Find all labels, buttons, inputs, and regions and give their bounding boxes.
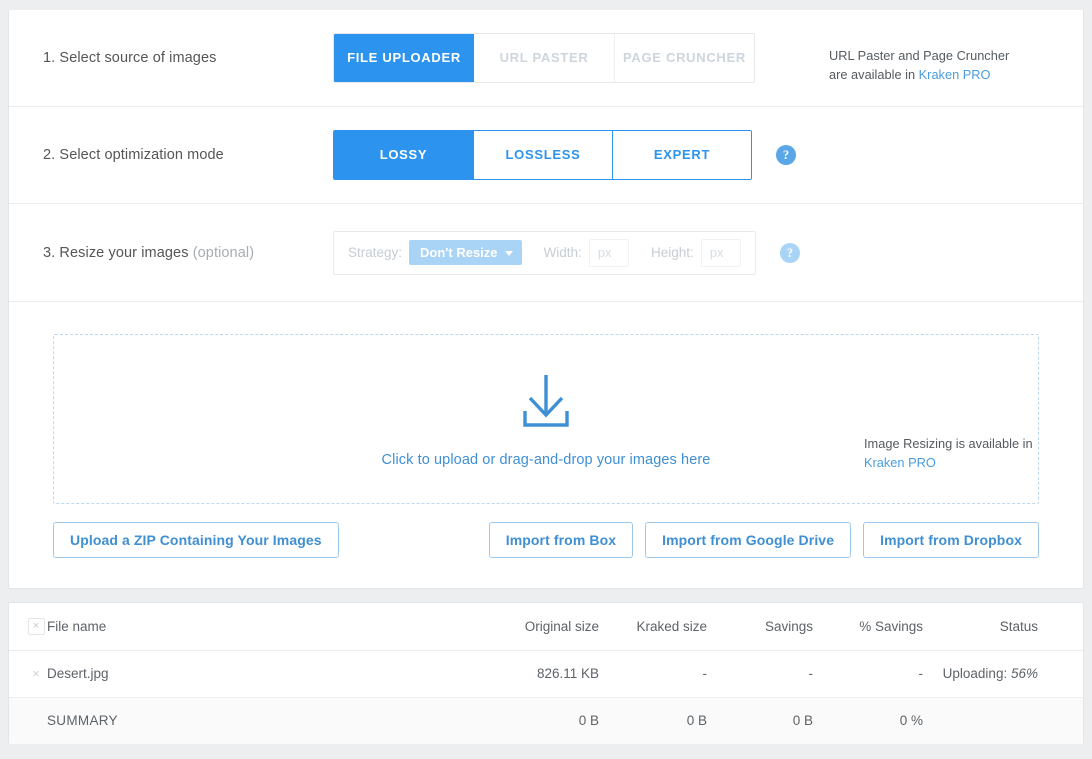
height-label: Height: (651, 245, 694, 260)
resize-control-box: Strategy: Don't Resize Width: px Height:… (333, 230, 756, 275)
width-label: Width: (543, 245, 582, 260)
resize-note-line1: Image Resizing is available in (864, 436, 1033, 451)
resize-controls: Strategy: Don't Resize Width: px Height:… (333, 230, 800, 275)
results-table-head: × File name Original size Kraked size Sa… (9, 603, 1083, 651)
chevron-down-icon (504, 251, 513, 256)
header-percent-savings: % Savings (813, 603, 923, 651)
header-kraked-size: Kraked size (599, 603, 707, 651)
close-icon[interactable]: × (32, 667, 40, 680)
optimizer-settings-card: 1. Select source of images FILE UPLOADER… (8, 10, 1084, 589)
width-input[interactable]: px (588, 238, 629, 267)
import-actions: Upload a ZIP Containing Your Images Impo… (9, 504, 1083, 588)
source-note-line1: URL Paster and Page Cruncher (829, 48, 1010, 63)
summary-original-size: 0 B (578, 713, 599, 729)
delete-all-header: × (9, 603, 47, 651)
file-dropzone[interactable]: Click to upload or drag-and-drop your im… (53, 334, 1039, 504)
mode-segmented-control: LOSSY LOSSLESS EXPERT (333, 130, 752, 180)
summary-label: SUMMARY (47, 713, 118, 729)
resize-side-note: Image Resizing is available in Kraken PR… (864, 434, 1049, 472)
results-table: × File name Original size Kraked size Sa… (9, 603, 1083, 744)
upload-zip-button[interactable]: Upload a ZIP Containing Your Images (53, 522, 339, 558)
strategy-select[interactable]: Don't Resize (409, 240, 522, 265)
close-icon[interactable]: × (27, 618, 45, 636)
header-original-size: Original size (477, 603, 599, 651)
source-segmented-control: FILE UPLOADER URL PASTER PAGE CRUNCHER (333, 33, 755, 83)
tab-lossy[interactable]: LOSSY (334, 131, 473, 179)
height-input[interactable]: px (700, 238, 741, 267)
tab-url-paster[interactable]: URL PASTER (474, 34, 614, 82)
results-table-card: × File name Original size Kraked size Sa… (8, 602, 1084, 744)
row-savings: - (808, 666, 814, 681)
import-buttons-group: Import from Box Import from Google Drive… (488, 522, 1039, 558)
import-from-box-button[interactable]: Import from Box (488, 522, 634, 558)
summary-status (923, 697, 1083, 744)
row-delete-cell: × (9, 650, 47, 697)
summary-percent-savings: 0 % (899, 713, 923, 729)
source-note-line2: are available in (829, 67, 919, 82)
header-file-name: File name (47, 603, 477, 651)
help-icon-mode[interactable]: ? (776, 145, 796, 165)
step-source-row: 1. Select source of images FILE UPLOADER… (9, 10, 1083, 107)
page-root: 1. Select source of images FILE UPLOADER… (0, 0, 1092, 759)
row-percent-savings: - (918, 666, 924, 681)
step-source-label: 1. Select source of images (43, 50, 217, 66)
row-file-name: Desert.jpg (47, 666, 109, 681)
row-status: Uploading: 56% (923, 650, 1083, 697)
dropzone-text: Click to upload or drag-and-drop your im… (381, 451, 711, 468)
dropzone-section: Click to upload or drag-and-drop your im… (9, 302, 1083, 504)
step-resize-row: 3. Resize your images (optional) Strateg… (9, 204, 1083, 470)
download-arrow-icon (510, 371, 582, 438)
table-row: × Desert.jpg 826.11 KB - - - Uploading: … (9, 650, 1083, 697)
tab-file-uploader[interactable]: FILE UPLOADER (334, 34, 474, 82)
row-status-label: Uploading: (942, 666, 1011, 681)
step-resize-label-main: 3. Resize your images (43, 244, 193, 261)
summary-savings: 0 B (792, 713, 813, 729)
header-savings: Savings (707, 603, 813, 651)
row-kraked-size: - (702, 666, 708, 681)
strategy-select-value: Don't Resize (420, 245, 498, 260)
step-resize-label-optional: (optional) (192, 244, 255, 261)
tab-page-cruncher[interactable]: PAGE CRUNCHER (614, 34, 754, 82)
row-original-size: 826.11 KB (536, 666, 599, 681)
summary-kraked-size: 0 B (686, 713, 707, 729)
strategy-label: Strategy: (348, 245, 403, 260)
kraken-pro-link-resize[interactable]: Kraken PRO (864, 455, 936, 470)
tab-expert[interactable]: EXPERT (612, 131, 751, 179)
summary-delete-cell (9, 697, 47, 744)
results-table-body: × Desert.jpg 826.11 KB - - - Uploading: … (9, 650, 1083, 744)
import-from-google-drive-button[interactable]: Import from Google Drive (645, 522, 852, 558)
tab-lossless[interactable]: LOSSLESS (473, 131, 612, 179)
source-tab-group: FILE UPLOADER URL PASTER PAGE CRUNCHER (333, 33, 755, 83)
source-side-note: URL Paster and Page Cruncher are availab… (829, 46, 1049, 84)
table-summary-row: SUMMARY 0 B 0 B 0 B 0 % (9, 697, 1083, 744)
table-header-row: × File name Original size Kraked size Sa… (9, 603, 1083, 651)
step-mode-row: 2. Select optimization mode LOSSY LOSSLE… (9, 107, 1083, 204)
header-status: Status (923, 603, 1083, 651)
row-status-value: 56% (1010, 666, 1038, 681)
help-icon-resize[interactable]: ? (780, 242, 800, 263)
step-mode-label: 2. Select optimization mode (43, 147, 224, 163)
mode-tab-group: LOSSY LOSSLESS EXPERT ? (333, 130, 796, 180)
import-from-dropbox-button[interactable]: Import from Dropbox (863, 522, 1039, 558)
step-resize-label: 3. Resize your images (optional) (43, 245, 333, 261)
kraken-pro-link-source[interactable]: Kraken PRO (919, 67, 991, 82)
